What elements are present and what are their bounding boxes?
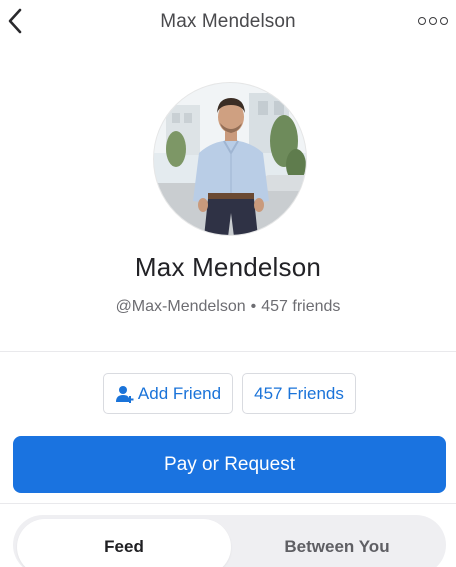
feed-tabs: Feed Between You bbox=[13, 515, 446, 567]
profile-screen: Max Mendelson Max Mendelson @Max-Mendels… bbox=[0, 0, 456, 567]
avatar-photo bbox=[154, 83, 306, 235]
friends-count-button[interactable]: 457 Friends bbox=[242, 373, 356, 414]
more-dots-icon bbox=[429, 17, 437, 25]
more-dots-icon bbox=[440, 17, 448, 25]
pay-or-request-label: Pay or Request bbox=[164, 453, 295, 475]
top-nav-bar: Max Mendelson bbox=[0, 0, 456, 44]
add-person-icon bbox=[115, 384, 135, 404]
profile-friends-count[interactable]: 457 friends bbox=[261, 298, 340, 315]
friends-count-label: 457 Friends bbox=[254, 383, 344, 403]
section-divider bbox=[0, 503, 456, 504]
profile-name: Max Mendelson bbox=[134, 252, 322, 282]
add-friend-label: Add Friend bbox=[137, 383, 222, 403]
tab-feed[interactable]: Feed bbox=[17, 519, 231, 567]
profile-username[interactable]: @Max-Mendelson bbox=[116, 298, 246, 315]
nav-title: Max Mendelson bbox=[160, 11, 296, 32]
meta-separator: • bbox=[250, 298, 257, 315]
section-divider bbox=[0, 351, 456, 352]
profile-meta: @Max-Mendelson • 457 friends bbox=[0, 298, 456, 316]
more-options-button[interactable] bbox=[418, 14, 448, 28]
add-friend-button[interactable]: Add Friend bbox=[103, 373, 233, 414]
more-dots-icon bbox=[418, 17, 426, 25]
tab-between-you[interactable]: Between You bbox=[231, 519, 443, 567]
profile-avatar bbox=[153, 82, 307, 236]
pay-or-request-button[interactable]: Pay or Request bbox=[13, 436, 446, 493]
